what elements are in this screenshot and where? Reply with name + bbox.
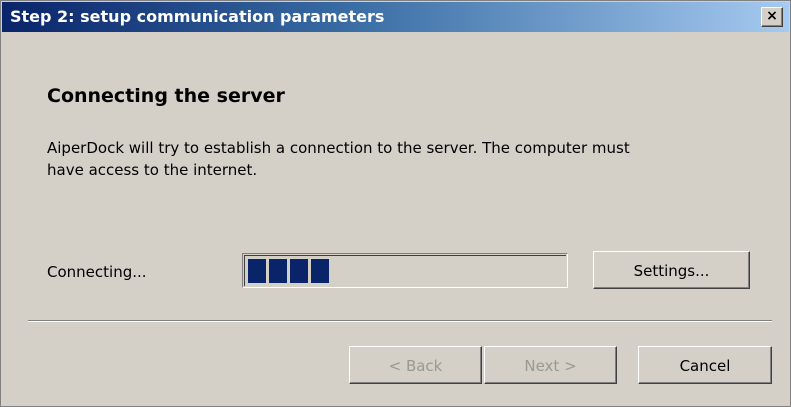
progress-block [248,259,266,283]
back-button[interactable]: < Back [349,346,482,384]
description-line-2: have access to the internet. [47,161,258,179]
description-line-1: AiperDock will try to establish a connec… [47,139,630,157]
description-text: AiperDock will try to establish a connec… [47,137,747,181]
progress-block [269,259,287,283]
close-icon: × [766,8,778,24]
title-bar[interactable]: Step 2: setup communication parameters × [2,2,789,32]
window-title: Step 2: setup communication parameters [10,7,385,26]
progress-block [290,259,308,283]
progress-track [244,255,566,286]
progress-bar [242,253,568,288]
close-button[interactable]: × [761,7,783,27]
page-heading: Connecting the server [47,85,285,107]
progress-block [311,259,329,283]
status-label: Connecting... [47,263,147,281]
wizard-dialog: Step 2: setup communication parameters ×… [0,0,791,407]
settings-button[interactable]: Settings... [593,251,750,289]
next-button[interactable]: Next > [484,346,617,384]
cancel-button[interactable]: Cancel [638,346,772,384]
separator-line [28,320,772,322]
